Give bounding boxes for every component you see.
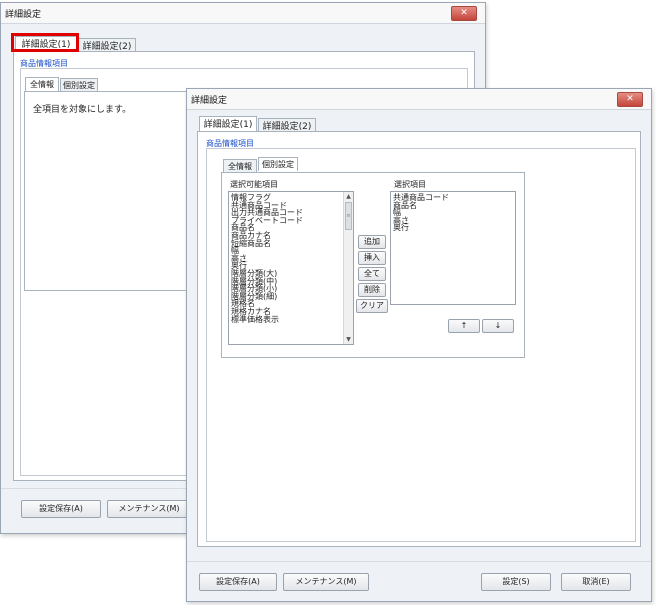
front-title-bar[interactable]: 詳細設定 ✕: [187, 89, 651, 110]
highlight-box: [11, 33, 79, 52]
selected-items-list: 共通商品コード 商品名 幅 高さ 奥行: [391, 192, 515, 232]
front-tab-detail-1[interactable]: 詳細設定(1): [199, 116, 257, 132]
list-item[interactable]: 標準価格表示: [229, 315, 353, 324]
scroll-down-arrow-icon[interactable]: ▼: [344, 335, 353, 344]
list-item[interactable]: 高さ: [391, 216, 515, 225]
insert-button[interactable]: 挿入: [358, 251, 386, 265]
selected-items-listbox[interactable]: 共通商品コード 商品名 幅 高さ 奥行: [390, 191, 516, 305]
back-window-title: 詳細設定: [5, 10, 42, 20]
list-item[interactable]: 奥行: [391, 224, 515, 232]
delete-button[interactable]: 削除: [358, 283, 386, 297]
add-button[interactable]: 追加: [358, 235, 386, 249]
front-tab-panel: 商品情報項目 全情報 個別設定 選択可能項目 情報フラグ 共通商品コード 出力共…: [197, 131, 641, 547]
front-save-settings-button[interactable]: 設定保存(A): [199, 573, 277, 591]
back-inner-tab-all-info[interactable]: 全情報: [25, 77, 59, 91]
front-inner-panel: 選択可能項目 情報フラグ 共通商品コード 出力共通商品コード プライベートコード…: [221, 172, 525, 358]
list-item[interactable]: 短縮商品名: [229, 239, 353, 248]
front-footer-divider: [187, 561, 651, 562]
move-up-button[interactable]: ↑: [448, 319, 480, 333]
back-close-button[interactable]: ✕: [451, 6, 477, 21]
back-maintenance-button[interactable]: メンテナンス(M): [107, 500, 191, 518]
back-save-settings-button[interactable]: 設定保存(A): [21, 500, 101, 518]
list-item[interactable]: 幅: [391, 209, 515, 217]
list-item[interactable]: 商品名: [391, 201, 515, 210]
front-settings-button[interactable]: 設定(S): [481, 573, 551, 591]
available-list-scrollbar[interactable]: ▲ ≡ ▼: [343, 192, 353, 344]
move-down-button[interactable]: ↓: [482, 319, 514, 333]
list-item[interactable]: 高さ: [229, 254, 353, 263]
front-close-button[interactable]: ✕: [617, 92, 643, 107]
front-fieldset: 全情報 個別設定 選択可能項目 情報フラグ 共通商品コード 出力共通商品コード …: [206, 148, 636, 542]
front-inner-tab-all-info[interactable]: 全情報: [223, 159, 257, 173]
scroll-thumb[interactable]: ≡: [345, 202, 352, 230]
front-cancel-button[interactable]: 取消(E): [561, 573, 631, 591]
clear-button[interactable]: クリア: [356, 299, 388, 313]
front-maintenance-button[interactable]: メンテナンス(M): [283, 573, 369, 591]
all-button[interactable]: 全て: [358, 267, 386, 281]
front-inner-tab-individual[interactable]: 個別設定: [258, 157, 298, 171]
front-window-title: 詳細設定: [191, 96, 228, 106]
list-item[interactable]: 幅: [229, 247, 353, 255]
selected-items-label: 選択項目: [394, 180, 426, 189]
front-dialog-window: 詳細設定 ✕ 詳細設定(1) 詳細設定(2) 商品情報項目 全情報 個別設定 選…: [186, 88, 652, 602]
back-title-bar[interactable]: 詳細設定 ✕: [1, 3, 485, 24]
back-all-items-message: 全項目を対象にします。: [33, 105, 132, 115]
available-items-label: 選択可能項目: [230, 180, 278, 189]
available-items-list: 情報フラグ 共通商品コード 出力共通商品コード プライベートコード 商品名 商品…: [229, 192, 353, 323]
back-inner-tab-individual[interactable]: 個別設定: [60, 78, 98, 92]
scroll-up-arrow-icon[interactable]: ▲: [344, 192, 353, 201]
available-items-listbox[interactable]: 情報フラグ 共通商品コード 出力共通商品コード プライベートコード 商品名 商品…: [228, 191, 354, 345]
